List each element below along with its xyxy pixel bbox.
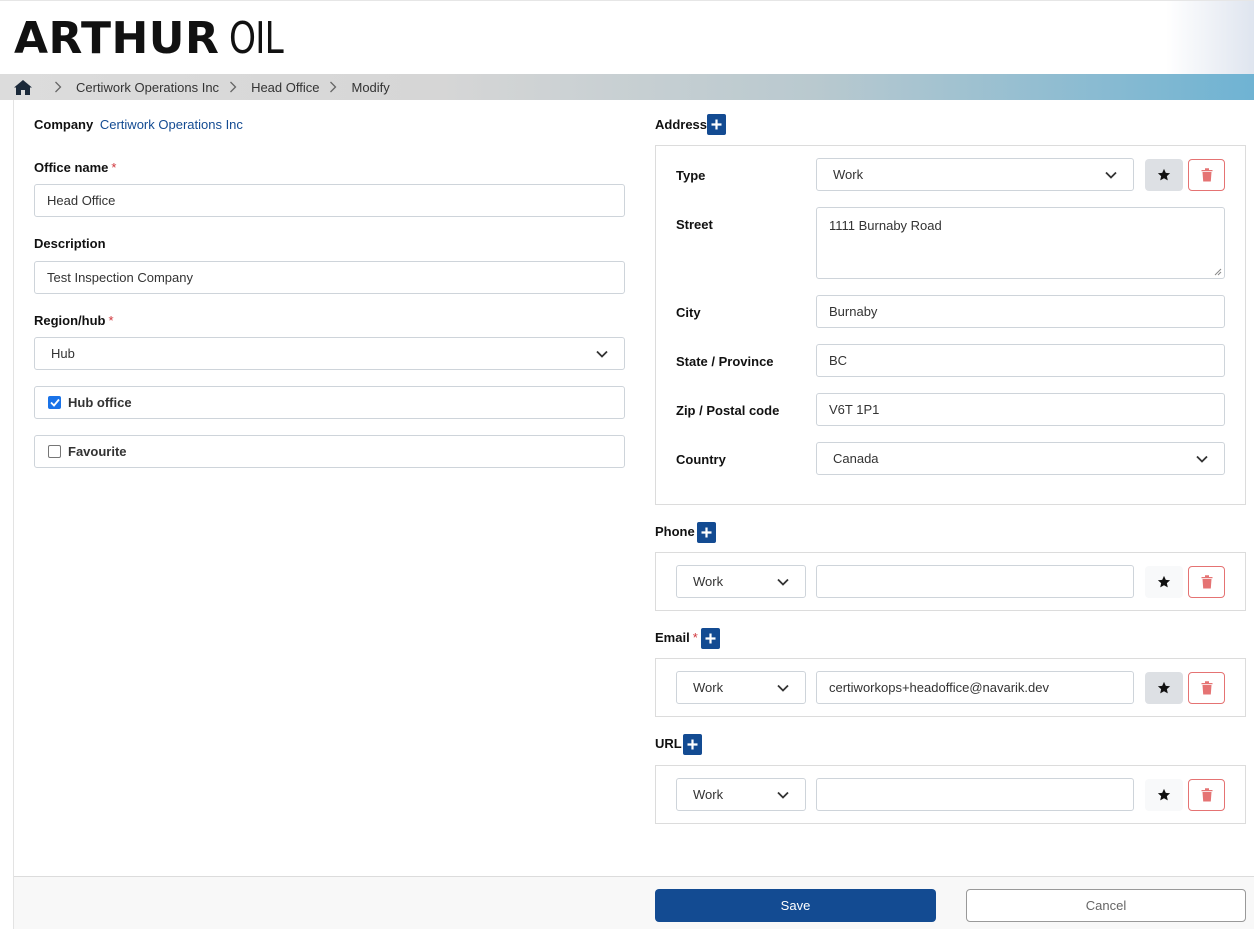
- breadcrumb: Certiwork Operations Inc Head Office Mod…: [0, 74, 1254, 100]
- save-button[interactable]: Save: [655, 889, 936, 922]
- city-label: City: [676, 305, 701, 320]
- chevron-right-icon: [323, 81, 343, 93]
- office-name-label: Office name *: [34, 160, 116, 175]
- description-label: Description: [34, 236, 106, 251]
- favourite-checkbox-row[interactable]: Favourite: [34, 435, 625, 468]
- plus-icon: [701, 527, 712, 538]
- address-primary-star-button[interactable]: [1145, 159, 1183, 191]
- address-delete-button[interactable]: [1188, 159, 1225, 191]
- chevron-down-icon: [777, 682, 789, 694]
- email-input[interactable]: certiworkops+headoffice@navarik.dev: [816, 671, 1134, 704]
- add-address-button[interactable]: [707, 114, 726, 135]
- trash-icon: [1201, 168, 1212, 182]
- plus-icon: [711, 119, 722, 130]
- street-textarea[interactable]: 1111 Burnaby Road: [816, 207, 1225, 279]
- url-type-select[interactable]: Work: [676, 778, 806, 811]
- address-type-value: Work: [833, 167, 864, 182]
- email-delete-button[interactable]: [1188, 672, 1225, 704]
- trash-icon: [1201, 681, 1212, 695]
- required-mark: *: [692, 630, 698, 645]
- email-type-select[interactable]: Work: [676, 671, 806, 704]
- street-value: 1111 Burnaby Road: [829, 218, 942, 233]
- country-value: Canada: [833, 451, 879, 466]
- chevron-down-icon: [596, 348, 608, 360]
- hub-office-checkbox-row[interactable]: Hub office: [34, 386, 625, 419]
- url-title: URL: [655, 736, 682, 751]
- chevron-right-icon: [48, 81, 68, 93]
- plus-icon: [705, 633, 716, 644]
- add-email-button[interactable]: [701, 628, 720, 649]
- email-primary-star-button[interactable]: [1145, 672, 1183, 704]
- address-type-select[interactable]: Work: [816, 158, 1134, 191]
- address-title: Address: [655, 117, 708, 132]
- favourite-checkbox[interactable]: [48, 445, 61, 458]
- url-primary-star-button[interactable]: [1145, 779, 1183, 811]
- state-label: State / Province: [676, 354, 774, 369]
- logo-bold-text: ARTHUR: [14, 13, 220, 64]
- phone-title: Phone: [655, 524, 695, 539]
- hub-office-checkbox[interactable]: [48, 396, 61, 409]
- chevron-right-icon: [223, 81, 243, 93]
- region-hub-label-text: Region/hub: [34, 313, 106, 328]
- plus-icon: [687, 739, 698, 750]
- email-type-value: Work: [693, 680, 724, 695]
- cancel-button[interactable]: Cancel: [966, 889, 1246, 922]
- star-icon: [1157, 788, 1171, 801]
- chevron-down-icon: [777, 789, 789, 801]
- phone-type-value: Work: [693, 574, 724, 589]
- app-header: ARTHUR OIL: [0, 0, 1254, 74]
- required-mark: *: [108, 313, 114, 328]
- phone-input[interactable]: [816, 565, 1134, 598]
- phone-type-select[interactable]: Work: [676, 565, 806, 598]
- star-icon: [1157, 575, 1171, 588]
- breadcrumb-office[interactable]: Head Office: [251, 80, 319, 95]
- star-icon: [1157, 168, 1171, 181]
- country-label: Country: [676, 452, 726, 467]
- required-mark: *: [111, 160, 117, 175]
- city-input[interactable]: Burnaby: [816, 295, 1225, 328]
- street-label: Street: [676, 217, 713, 232]
- add-url-button[interactable]: [683, 734, 702, 755]
- chevron-down-icon: [1105, 169, 1117, 181]
- arthur-oil-logo[interactable]: ARTHUR OIL: [14, 15, 299, 63]
- email-title-text: Email: [655, 630, 690, 645]
- add-phone-button[interactable]: [697, 522, 716, 543]
- resize-handle-icon: [1214, 268, 1222, 276]
- description-input[interactable]: Test Inspection Company: [34, 261, 625, 294]
- zip-input[interactable]: V6T 1P1: [816, 393, 1225, 426]
- breadcrumb-current: Modify: [351, 79, 390, 95]
- chevron-down-icon: [777, 576, 789, 588]
- region-hub-value: Hub: [51, 346, 75, 361]
- url-input[interactable]: [816, 778, 1134, 811]
- zip-label: Zip / Postal code: [676, 403, 780, 418]
- url-type-value: Work: [693, 787, 724, 802]
- company-label: Company: [34, 117, 94, 132]
- region-hub-select[interactable]: Hub: [34, 337, 625, 370]
- chevron-down-icon: [1196, 453, 1208, 465]
- country-select[interactable]: Canada: [816, 442, 1225, 475]
- phone-delete-button[interactable]: [1188, 566, 1225, 598]
- home-icon[interactable]: [14, 79, 32, 95]
- email-title: Email *: [655, 630, 698, 645]
- logo-light-text: OIL: [229, 13, 284, 64]
- phone-primary-star-button[interactable]: [1145, 566, 1183, 598]
- breadcrumb-company[interactable]: Certiwork Operations Inc: [76, 80, 219, 95]
- region-hub-label: Region/hub *: [34, 313, 114, 328]
- trash-icon: [1201, 788, 1212, 802]
- office-name-label-text: Office name: [34, 160, 109, 175]
- company-row: Company Certiwork Operations Inc: [34, 117, 243, 132]
- left-strip: [0, 100, 14, 929]
- url-delete-button[interactable]: [1188, 779, 1225, 811]
- trash-icon: [1201, 575, 1212, 589]
- favourite-label: Favourite: [68, 444, 127, 459]
- company-link[interactable]: Certiwork Operations Inc: [100, 117, 243, 132]
- office-name-input[interactable]: Head Office: [34, 184, 625, 217]
- hub-office-label: Hub office: [68, 395, 132, 410]
- star-icon: [1157, 681, 1171, 694]
- address-type-label: Type: [676, 168, 706, 183]
- state-input[interactable]: BC: [816, 344, 1225, 377]
